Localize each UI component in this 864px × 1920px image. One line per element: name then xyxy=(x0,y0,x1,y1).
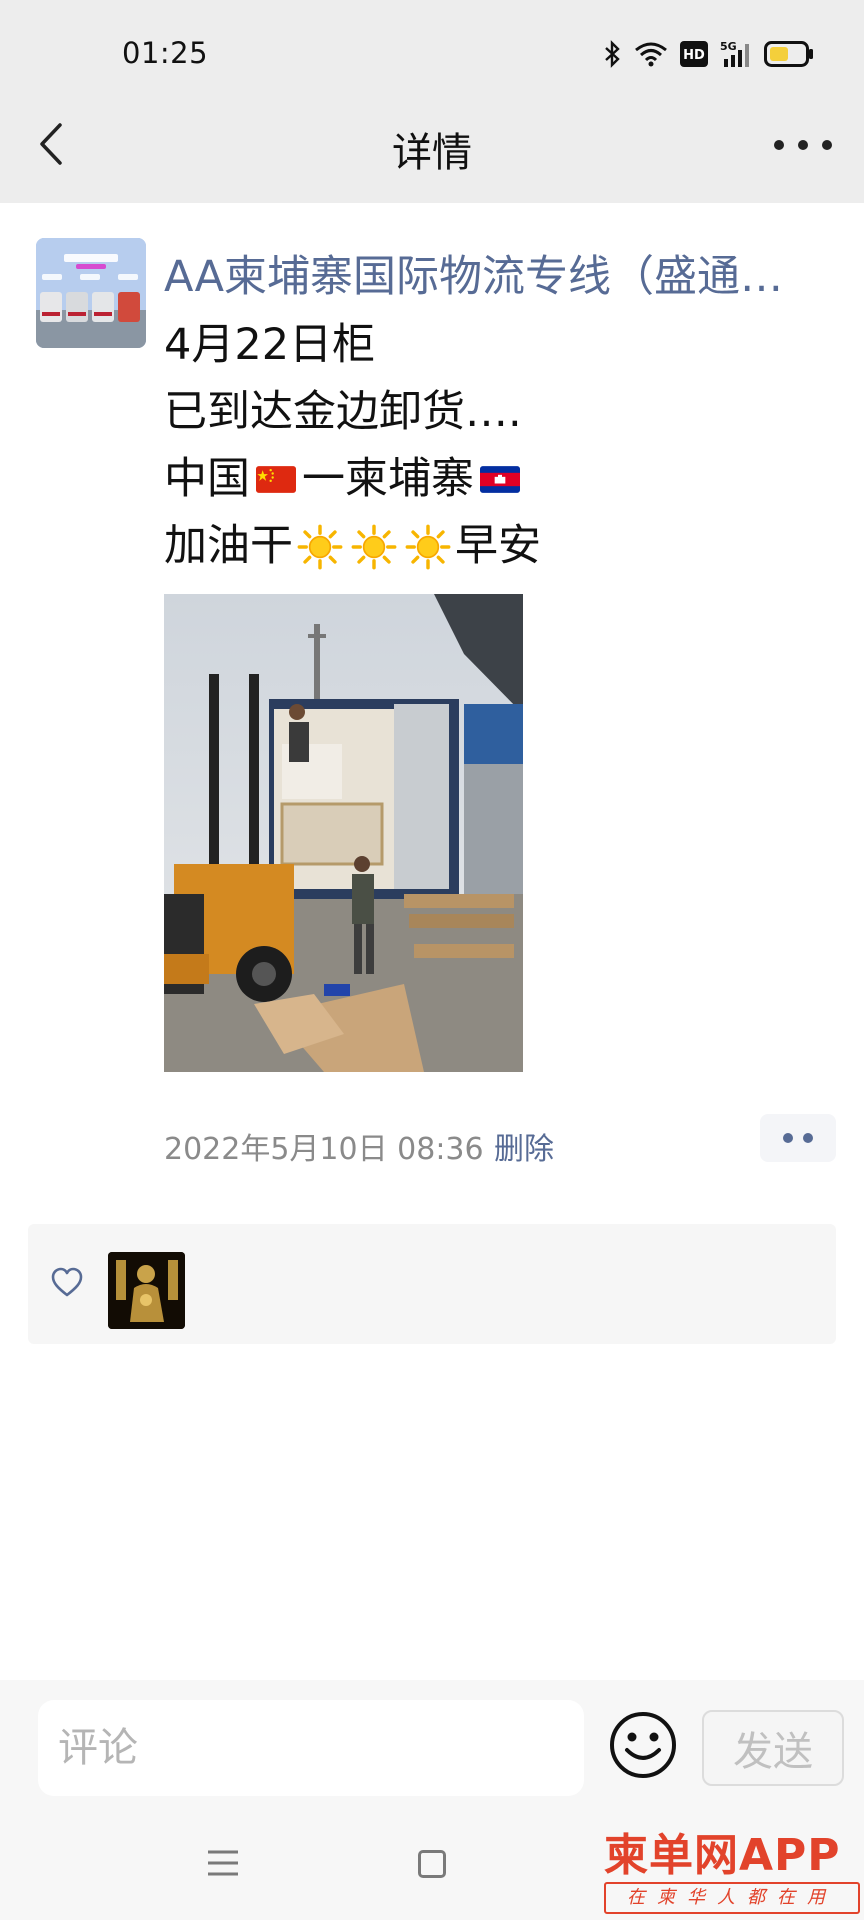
sun-icon xyxy=(297,524,343,569)
watermark-main: 柬单网APP xyxy=(604,1830,841,1881)
more-dot xyxy=(798,140,808,150)
menu-icon[interactable] xyxy=(206,1848,240,1878)
author-name[interactable]: AA柬埔寨国际物流专线（盛通… xyxy=(164,242,814,304)
liker-avatar[interactable] xyxy=(108,1252,185,1329)
photo-image xyxy=(164,594,523,1072)
avatar-image xyxy=(36,238,146,348)
watermark: 柬单网APP 在柬华人都在用 xyxy=(604,1832,860,1916)
post-line: 加油干 早安 xyxy=(164,513,814,580)
post-line-3b: 一柬埔寨 xyxy=(302,454,474,504)
post-line: 已到达金边卸货…. xyxy=(164,379,814,446)
hd-label: HD xyxy=(683,48,705,63)
comment-input[interactable] xyxy=(38,1700,584,1796)
more-button[interactable] xyxy=(774,126,832,164)
battery-icon xyxy=(764,41,814,67)
author-avatar[interactable] xyxy=(36,238,146,348)
more-dots-icon xyxy=(774,140,784,150)
network-label: 5G xyxy=(720,40,737,53)
post-line: 中国 一柬埔寨 xyxy=(164,446,814,513)
post-line-1: 4月22日柜 xyxy=(164,320,376,370)
post-timestamp: 2022年5月10日 08:36 xyxy=(164,1132,484,1167)
post-line: 4月22日柜 xyxy=(164,312,814,379)
page-title: 详情 xyxy=(392,130,472,176)
home-icon[interactable] xyxy=(418,1850,446,1878)
china-flag-icon xyxy=(256,466,296,493)
post-line-2: 已到达金边卸货…. xyxy=(164,387,522,437)
wifi-icon xyxy=(634,40,668,68)
bluetooth-icon xyxy=(604,40,622,68)
liker-avatar-image xyxy=(108,1252,185,1329)
status-time: 01:25 xyxy=(122,36,209,70)
post-actions-button[interactable] xyxy=(760,1114,836,1162)
send-button[interactable]: 发送 xyxy=(702,1710,844,1786)
top-bar: 01:25 HD 5G 详情 xyxy=(0,0,864,203)
status-icons: HD 5G xyxy=(604,36,814,72)
hd-icon: HD xyxy=(680,41,708,67)
action-dot xyxy=(783,1133,793,1143)
sun-icon xyxy=(351,524,397,569)
post-line-3a: 中国 xyxy=(164,454,250,504)
delete-link[interactable]: 删除 xyxy=(494,1124,554,1168)
post-line-4a: 加油干 xyxy=(164,521,293,571)
heart-outline-icon xyxy=(51,1267,83,1297)
post-line-4b: 早安 xyxy=(455,521,541,571)
cambodia-flag-icon xyxy=(480,466,520,493)
more-dot xyxy=(822,140,832,150)
signal-5g-icon: 5G xyxy=(720,39,752,69)
post-photo[interactable] xyxy=(164,594,523,1072)
action-dot xyxy=(803,1133,813,1143)
sun-icon xyxy=(405,524,451,569)
smiley-icon xyxy=(610,1712,676,1778)
emoji-button[interactable] xyxy=(608,1710,678,1780)
watermark-sub: 在柬华人都在用 xyxy=(604,1882,860,1914)
likes-section xyxy=(28,1224,836,1344)
post-text: 4月22日柜 已到达金边卸货…. 中国 一柬埔寨 加油干 早安 xyxy=(164,312,814,580)
